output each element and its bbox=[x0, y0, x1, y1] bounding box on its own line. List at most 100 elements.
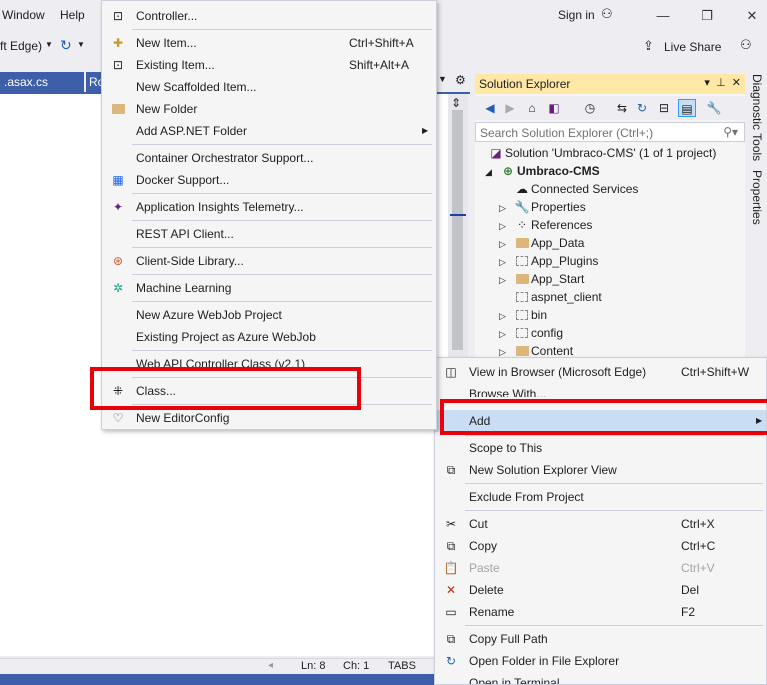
restore-icon[interactable]: ❐ bbox=[692, 4, 722, 28]
copy-item[interactable]: ⧉ Copy Ctrl+C bbox=[435, 535, 766, 557]
show-all-files-icon[interactable]: ▤ bbox=[678, 99, 696, 117]
collapsed-arrow-icon[interactable]: ▷ bbox=[499, 203, 513, 214]
menu-shortcut: Ctrl+C bbox=[681, 539, 716, 553]
menu-shortcut: Shift+Alt+A bbox=[349, 58, 410, 72]
collapsed-arrow-icon[interactable]: ▷ bbox=[499, 329, 513, 340]
tree-item[interactable]: aspnet_client bbox=[499, 290, 602, 308]
browser-selector[interactable]: ft Edge) bbox=[0, 39, 42, 53]
collapse-all-icon[interactable]: ⊟ bbox=[655, 99, 673, 117]
pin-icon[interactable]: ⊥ bbox=[716, 77, 726, 89]
tree-item[interactable]: ▷ App_Start bbox=[499, 272, 584, 290]
refresh-icon[interactable]: ↻ bbox=[60, 37, 72, 54]
menu-label: Open Folder in File Explorer bbox=[469, 654, 620, 668]
copy-full-path-item[interactable]: ⧉ Copy Full Path bbox=[435, 628, 766, 650]
new-folder-item[interactable]: New Folder bbox=[102, 98, 436, 120]
tree-project-node[interactable]: ◢ ⊕ Umbraco-CMS bbox=[485, 164, 600, 182]
docker-support-item[interactable]: ▦ Docker Support... bbox=[102, 169, 436, 191]
wrench-icon[interactable]: 🔧 bbox=[705, 99, 723, 117]
user-icon[interactable]: ⚇ bbox=[601, 6, 613, 22]
excluded-folder-icon bbox=[516, 328, 528, 338]
expanded-arrow-icon[interactable]: ◢ bbox=[485, 167, 499, 178]
sign-in-link[interactable]: Sign in bbox=[558, 8, 595, 22]
open-folder-item[interactable]: ↻ Open Folder in File Explorer bbox=[435, 650, 766, 672]
new-azure-webjob-item[interactable]: New Azure WebJob Project bbox=[102, 304, 436, 326]
add-aspnet-folder-item[interactable]: Add ASP.NET Folder ▶ bbox=[102, 120, 436, 142]
web-api-controller-item[interactable]: Web API Controller Class (v2.1) bbox=[102, 353, 436, 367]
browse-with-item[interactable]: Browse With... bbox=[435, 383, 766, 397]
minimize-icon[interactable]: — bbox=[648, 4, 678, 28]
feedback-icon[interactable]: ⚇ bbox=[740, 37, 752, 53]
paste-item[interactable]: 📋 Paste Ctrl+V bbox=[435, 557, 766, 579]
new-editorconfig-item[interactable]: ♡ New EditorConfig bbox=[102, 407, 436, 429]
existing-project-webjob-item[interactable]: Existing Project as Azure WebJob bbox=[102, 326, 436, 348]
open-in-terminal-item[interactable]: Open in Terminal bbox=[435, 672, 766, 684]
scrollbar-caret-marker bbox=[450, 214, 466, 216]
home-icon[interactable]: ⌂ bbox=[523, 99, 541, 117]
switch-views-icon[interactable]: ◧ bbox=[545, 99, 563, 117]
menu-label: Machine Learning bbox=[136, 281, 232, 295]
back-icon[interactable]: ◀ bbox=[481, 99, 499, 117]
view-in-browser-item[interactable]: ◫ View in Browser (Microsoft Edge) Ctrl+… bbox=[435, 361, 766, 383]
dropdown-icon[interactable]: ▾ bbox=[704, 77, 710, 89]
close-icon[interactable]: ✕ bbox=[737, 4, 767, 28]
new-item-item[interactable]: ✚ New Item... Ctrl+Shift+A bbox=[102, 32, 436, 54]
gear-icon[interactable]: ⚙ bbox=[455, 73, 466, 87]
status-tabs[interactable]: TABS bbox=[388, 660, 416, 672]
collapsed-arrow-icon[interactable]: ▷ bbox=[499, 221, 513, 232]
forward-icon[interactable]: ▶ bbox=[501, 99, 519, 117]
client-side-library-item[interactable]: ⊛ Client-Side Library... bbox=[102, 250, 436, 272]
menu-label: Delete bbox=[469, 583, 504, 597]
split-icon[interactable]: ⇕ bbox=[451, 96, 461, 110]
exclude-from-project-item[interactable]: Exclude From Project bbox=[435, 486, 766, 508]
menu-window[interactable]: Window bbox=[2, 8, 45, 22]
container-orchestrator-item[interactable]: Container Orchestrator Support... bbox=[102, 147, 436, 169]
live-share-button[interactable]: Live Share bbox=[664, 40, 721, 54]
pending-changes-icon[interactable]: ◷ bbox=[581, 99, 599, 117]
new-solution-explorer-view-item[interactable]: ⧉ New Solution Explorer View bbox=[435, 459, 766, 481]
editor-tab-global-asax[interactable]: .asax.cs bbox=[0, 72, 84, 92]
delete-item[interactable]: ✕ Delete Del bbox=[435, 579, 766, 601]
machine-learning-item[interactable]: ✲ Machine Learning bbox=[102, 277, 436, 299]
tree-item[interactable]: ▷ 🔧 Properties bbox=[499, 200, 586, 218]
tree-item[interactable]: ▷ bin bbox=[499, 308, 547, 326]
refresh-icon-2[interactable]: ↻ bbox=[633, 99, 651, 117]
menu-shortcut: Ctrl+V bbox=[681, 561, 715, 575]
tree-item[interactable]: ▷ App_Plugins bbox=[499, 254, 598, 272]
app-insights-item[interactable]: ✦ Application Insights Telemetry... bbox=[102, 196, 436, 218]
tree-solution-node[interactable]: ◪ Solution 'Umbraco-CMS' (1 of 1 project) bbox=[487, 146, 716, 164]
menu-label: Existing Item... bbox=[136, 58, 215, 72]
sync-icon[interactable]: ⇆ bbox=[613, 99, 631, 117]
close-panel-icon[interactable]: ✕ bbox=[732, 77, 741, 89]
collapsed-arrow-icon[interactable]: ▷ bbox=[499, 275, 513, 286]
tree-item-label: aspnet_client bbox=[531, 290, 602, 304]
scroll-left-icon[interactable]: ◂ bbox=[268, 660, 273, 671]
collapsed-arrow-icon[interactable]: ▷ bbox=[499, 257, 513, 268]
tree-item[interactable]: ▷ config bbox=[499, 326, 563, 344]
tree-item[interactable]: ☁ Connected Services bbox=[499, 182, 638, 200]
tree-item[interactable]: ▷ App_Data bbox=[499, 236, 584, 254]
separator bbox=[132, 220, 432, 221]
controller-item[interactable]: ⊡ Controller... bbox=[102, 5, 436, 27]
rest-api-client-item[interactable]: REST API Client... bbox=[102, 223, 436, 245]
rename-item[interactable]: ▭ Rename F2 bbox=[435, 601, 766, 623]
existing-item-item[interactable]: ⊡ Existing Item... Shift+Alt+A bbox=[102, 54, 436, 76]
properties-tab[interactable]: Properties bbox=[750, 170, 764, 225]
collapsed-arrow-icon[interactable]: ▷ bbox=[499, 239, 513, 250]
excluded-folder-icon bbox=[516, 310, 528, 320]
chevron-down-icon-2[interactable]: ▼ bbox=[77, 40, 85, 49]
scope-to-this-item[interactable]: Scope to This bbox=[435, 437, 766, 459]
tree-item-label: App_Plugins bbox=[531, 254, 599, 268]
scrollbar-thumb[interactable] bbox=[452, 110, 463, 350]
chevron-down-icon[interactable]: ▼ bbox=[45, 40, 53, 49]
menu-label: Web API Controller Class (v2.1) bbox=[136, 357, 306, 367]
diagnostic-tools-tab[interactable]: Diagnostic Tools bbox=[750, 74, 764, 161]
menu-help[interactable]: Help bbox=[60, 8, 85, 22]
search-icon[interactable]: ⚲▾ bbox=[723, 125, 738, 139]
solution-explorer-search-input[interactable]: Search Solution Explorer (Ctrl+;) ⚲▾ bbox=[475, 122, 745, 142]
cut-item[interactable]: ✂ Cut Ctrl+X bbox=[435, 513, 766, 535]
separator bbox=[132, 350, 432, 351]
tree-item[interactable]: ▷ ⁘ References bbox=[499, 218, 592, 236]
new-scaffolded-item[interactable]: New Scaffolded Item... bbox=[102, 76, 436, 98]
collapsed-arrow-icon[interactable]: ▷ bbox=[499, 311, 513, 322]
tab-dropdown-icon[interactable]: ▼ bbox=[438, 74, 447, 84]
